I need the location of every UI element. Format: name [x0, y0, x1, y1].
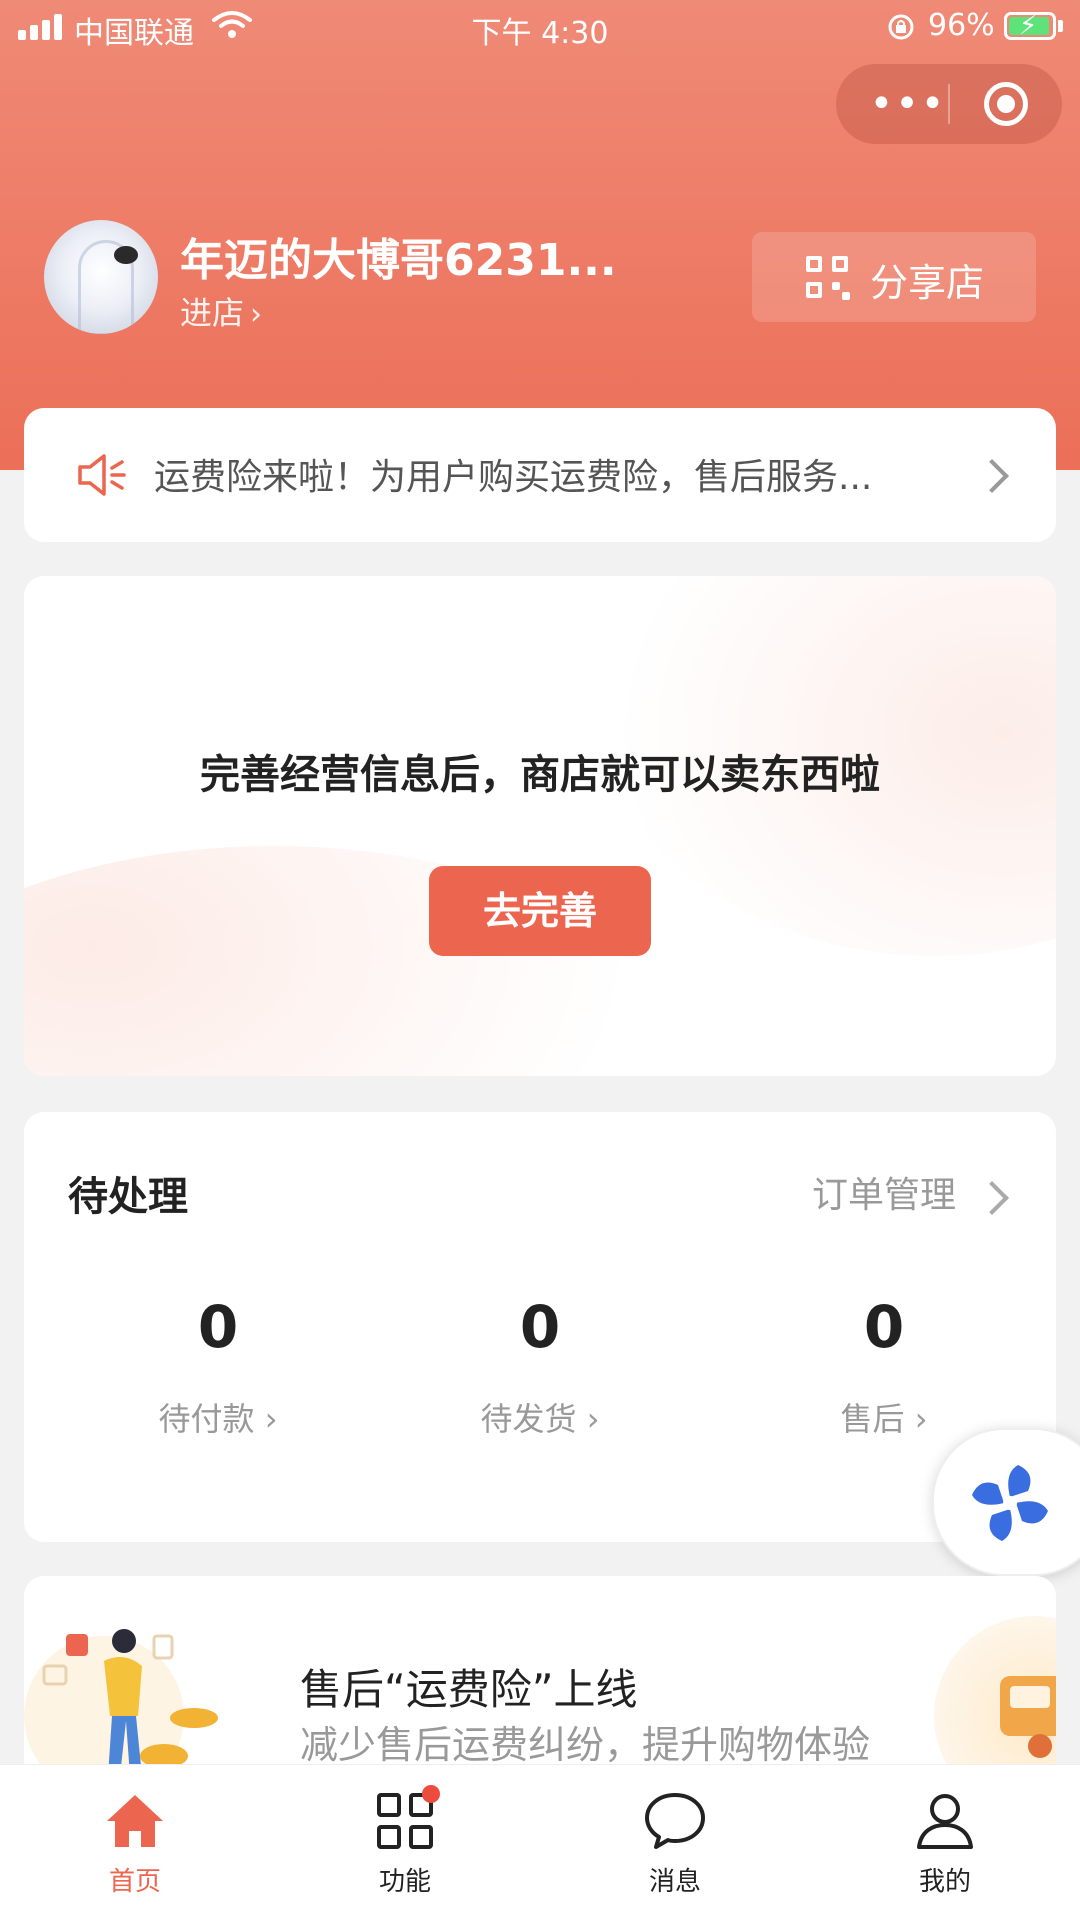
tab-features[interactable]: 功能 [270, 1785, 540, 1898]
rotation-lock-icon [886, 12, 916, 50]
capsule-divider [948, 84, 950, 124]
notice-text: 运费险来啦！为用户购买运费险，售后服务... [154, 457, 873, 498]
shopping-illustration [24, 1629, 218, 1776]
enter-store-link[interactable]: 进店 › [180, 288, 262, 334]
qr-code-icon [806, 256, 850, 300]
complete-info-button[interactable]: 去完善 [429, 866, 651, 956]
floating-assistant-button[interactable] [932, 1428, 1080, 1576]
tab-features-label: 功能 [378, 1867, 431, 1897]
pending-payment-item[interactable]: 0 待付款 › [68, 1292, 368, 1440]
chevron-right-icon [975, 1181, 1009, 1215]
pending-shipment-count: 0 [519, 1293, 561, 1361]
order-management-link[interactable]: 订单管理 [812, 1166, 956, 1218]
after-sales-label: 售后 [840, 1400, 905, 1438]
tab-messages-label: 消息 [648, 1867, 701, 1897]
chevron-right-icon: › [250, 297, 263, 332]
home-icon [107, 1795, 163, 1847]
share-store-label: 分享店 [870, 261, 985, 305]
tab-mine[interactable]: 我的 [810, 1789, 1080, 1898]
tab-home-label: 首页 [108, 1867, 161, 1897]
notice-bar[interactable]: 运费险来啦！为用户购买运费险，售后服务... [24, 408, 1056, 542]
close-miniprogram-icon[interactable] [984, 82, 1028, 126]
battery-cap [1058, 20, 1063, 32]
truck-illustration [934, 1616, 1056, 1776]
status-bar: 中国联通 下午 4:30 96% ⚡ [0, 0, 1080, 56]
battery-percent: 96% [928, 8, 995, 43]
pending-shipment-item[interactable]: 0 待发货 › [390, 1292, 690, 1440]
after-sales-item[interactable]: 0 售后 › [734, 1292, 1034, 1440]
speaker-icon [76, 450, 128, 500]
pending-payment-label: 待付款 [158, 1400, 255, 1438]
miniprogram-capsule: ••• [836, 64, 1062, 144]
shop-avatar[interactable] [44, 220, 158, 334]
share-store-button[interactable]: 分享店 [752, 232, 1036, 322]
pending-shipment-label: 待发货 [480, 1400, 577, 1438]
battery-icon: ⚡ [1004, 11, 1056, 41]
shipping-insurance-card[interactable]: 售后“运费险”上线 减少售后运费纠纷，提升购物体验 [24, 1576, 1056, 1776]
shop-name: 年迈的大博哥6231... [180, 235, 617, 286]
insurance-title: 售后“运费险”上线 [300, 1665, 638, 1714]
pending-title: 待处理 [68, 1174, 188, 1220]
complete-info-message: 完善经营信息后，商店就可以卖东西啦 [200, 752, 880, 798]
avatar-fly [114, 246, 138, 264]
enter-store-label: 进店 [180, 294, 245, 332]
complete-info-card: 完善经营信息后，商店就可以卖东西啦 去完善 [24, 576, 1056, 1076]
pending-payment-count: 0 [197, 1293, 239, 1361]
status-time: 下午 4:30 [471, 16, 609, 51]
after-sales-count: 0 [863, 1293, 905, 1361]
insurance-subtitle: 减少售后运费纠纷，提升购物体验 [300, 1723, 871, 1767]
tab-home[interactable]: 首页 [0, 1789, 270, 1898]
tab-messages[interactable]: 消息 [540, 1789, 810, 1898]
user-icon [917, 1794, 973, 1849]
chevron-right-icon [975, 459, 1009, 493]
more-icon[interactable]: ••• [868, 64, 948, 144]
tab-mine-label: 我的 [918, 1867, 971, 1897]
chat-icon [645, 1793, 705, 1849]
order-management-label: 订单管理 [812, 1175, 957, 1216]
charging-icon: ⚡ [1019, 11, 1038, 41]
pinwheel-icon [970, 1463, 1050, 1543]
notification-dot [422, 1785, 440, 1803]
pending-card: 待处理 订单管理 0 待付款 › 0 待发货 › 0 售后 › [24, 1112, 1056, 1542]
bottom-tab-bar: 首页 功能 消息 我的 [0, 1764, 1080, 1921]
